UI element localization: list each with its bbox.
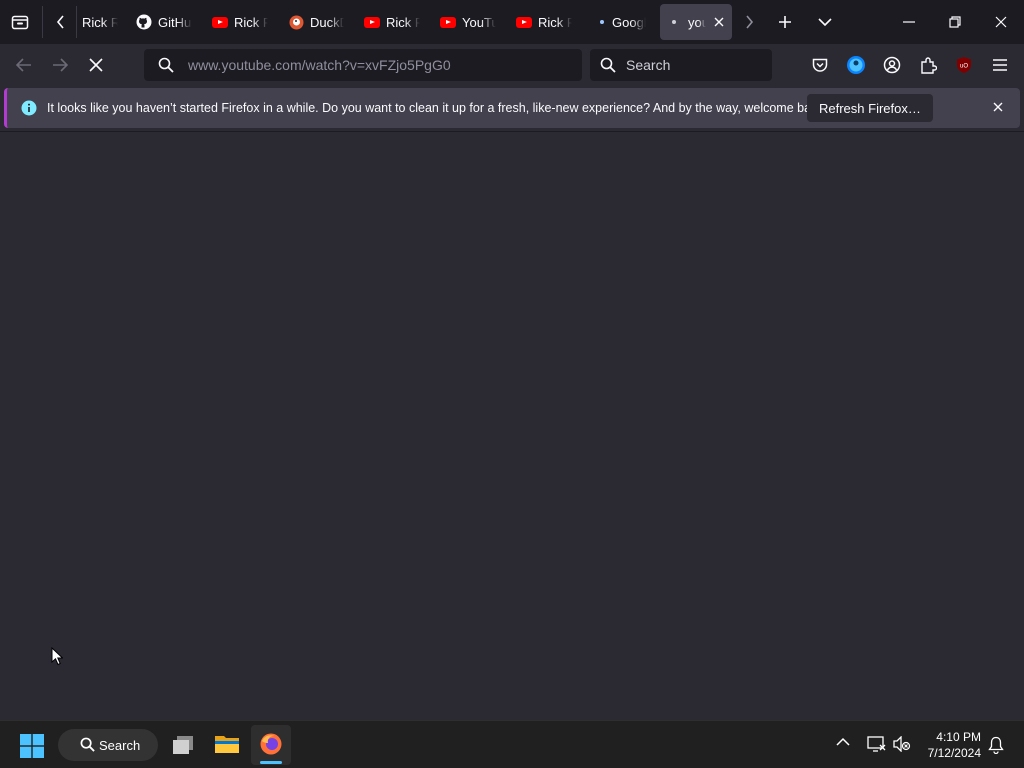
address-bar[interactable]: www.youtube.com/watch?v=xvFZjo5PgG0 xyxy=(144,49,582,81)
tab-title: Rick R xyxy=(234,14,268,30)
tab-rick-2[interactable]: Rick R xyxy=(212,4,270,40)
tab-github[interactable]: GitHub xyxy=(136,4,194,40)
close-notification-icon[interactable] xyxy=(993,102,1005,114)
tab-youtube-active[interactable]: you xyxy=(660,4,732,40)
refresh-firefox-button[interactable]: Refresh Firefox… xyxy=(807,94,933,122)
taskbar-clock[interactable]: 4:10 PM 7/12/2024 xyxy=(928,729,981,761)
minimize-icon[interactable] xyxy=(894,7,924,37)
clock-date: 7/12/2024 xyxy=(927,746,981,760)
search-icon xyxy=(600,57,616,73)
svg-text:uO: uO xyxy=(960,64,968,70)
ublock-origin-icon[interactable]: uO xyxy=(949,50,979,80)
tab-divider xyxy=(76,6,77,38)
notification-bell-icon[interactable] xyxy=(988,736,1004,754)
scroll-tabs-right-icon[interactable] xyxy=(734,7,764,37)
url-text: www.youtube.com/watch?v=xvFZjo5PgG0 xyxy=(188,57,451,73)
pocket-icon[interactable] xyxy=(805,50,835,80)
tab-title: you xyxy=(688,14,706,30)
tab-title: YouTu xyxy=(462,14,496,30)
extension-blue-icon[interactable] xyxy=(841,50,871,80)
tab-youtube[interactable]: YouTu xyxy=(440,4,498,40)
taskbar-search-button[interactable]: Search xyxy=(58,729,158,761)
tab-title: Googl xyxy=(612,14,646,30)
firefox-icon xyxy=(259,732,283,756)
taskbar-search-label: Search xyxy=(99,737,141,753)
url-path: /watch?v=xvFZjo5PgG0 xyxy=(301,57,451,73)
volume-muted-icon[interactable] xyxy=(893,736,911,752)
taskbar-firefox-button[interactable] xyxy=(251,725,291,765)
duckduckgo-icon xyxy=(288,14,304,30)
windows-taskbar: Search 4:10 PM 7/12/2024 xyxy=(0,720,1024,768)
search-icon xyxy=(80,737,95,752)
tab-duckduckgo[interactable]: DuckD xyxy=(288,4,348,40)
active-app-indicator xyxy=(260,761,282,764)
tab-rick-1[interactable]: Rick R xyxy=(82,4,122,40)
refresh-notification-bar: It looks like you haven’t started Firefo… xyxy=(4,88,1020,128)
close-window-icon[interactable] xyxy=(986,7,1016,37)
tab-title: Rick R xyxy=(538,14,572,30)
search-placeholder: Search xyxy=(626,57,671,73)
page-content-loading xyxy=(0,131,1024,720)
tab-strip: Rick R GitHub Rick R DuckD Rick R YouTu … xyxy=(0,0,1024,44)
search-bar[interactable]: Search xyxy=(590,49,772,81)
youtube-icon xyxy=(516,14,532,30)
youtube-icon xyxy=(364,14,380,30)
windows-start-icon[interactable] xyxy=(20,734,44,758)
tab-title: DuckD xyxy=(310,14,344,30)
menu-icon[interactable] xyxy=(985,50,1015,80)
forward-icon[interactable] xyxy=(45,50,75,80)
search-icon xyxy=(158,57,174,73)
restore-icon[interactable] xyxy=(940,7,970,37)
tab-divider xyxy=(42,6,43,38)
list-all-tabs-icon[interactable] xyxy=(810,7,840,37)
firefox-view-icon[interactable] xyxy=(5,7,35,37)
close-tab-icon[interactable] xyxy=(712,15,726,29)
url-domain: www.youtube.com xyxy=(188,57,302,73)
youtube-icon xyxy=(212,14,228,30)
tab-rick-4[interactable]: Rick R xyxy=(516,4,574,40)
tab-title: GitHub xyxy=(158,14,192,30)
network-icon[interactable] xyxy=(867,736,886,753)
stop-loading-icon[interactable] xyxy=(81,50,111,80)
tab-rick-3[interactable]: Rick R xyxy=(364,4,422,40)
youtube-icon xyxy=(440,14,456,30)
extensions-puzzle-icon[interactable] xyxy=(913,50,943,80)
notification-message: It looks like you haven’t started Firefo… xyxy=(47,101,828,115)
dot-icon xyxy=(670,14,678,30)
tab-google[interactable]: Googl xyxy=(598,4,654,40)
new-tab-icon[interactable] xyxy=(770,7,800,37)
tab-title: Rick R xyxy=(386,14,420,30)
github-icon xyxy=(136,14,152,30)
tab-title: Rick R xyxy=(82,14,118,30)
file-explorer-icon[interactable] xyxy=(214,733,240,755)
navigation-toolbar: www.youtube.com/watch?v=xvFZjo5PgG0 Sear… xyxy=(0,44,1024,86)
scroll-tabs-left-icon[interactable] xyxy=(46,7,76,37)
back-icon[interactable] xyxy=(9,50,39,80)
chevron-up-icon[interactable] xyxy=(836,737,850,747)
account-icon[interactable] xyxy=(877,50,907,80)
task-view-icon[interactable] xyxy=(170,733,196,757)
clock-time: 4:10 PM xyxy=(936,730,981,744)
dot-icon xyxy=(598,14,606,30)
mouse-cursor-icon xyxy=(51,647,63,666)
info-icon xyxy=(21,100,37,116)
